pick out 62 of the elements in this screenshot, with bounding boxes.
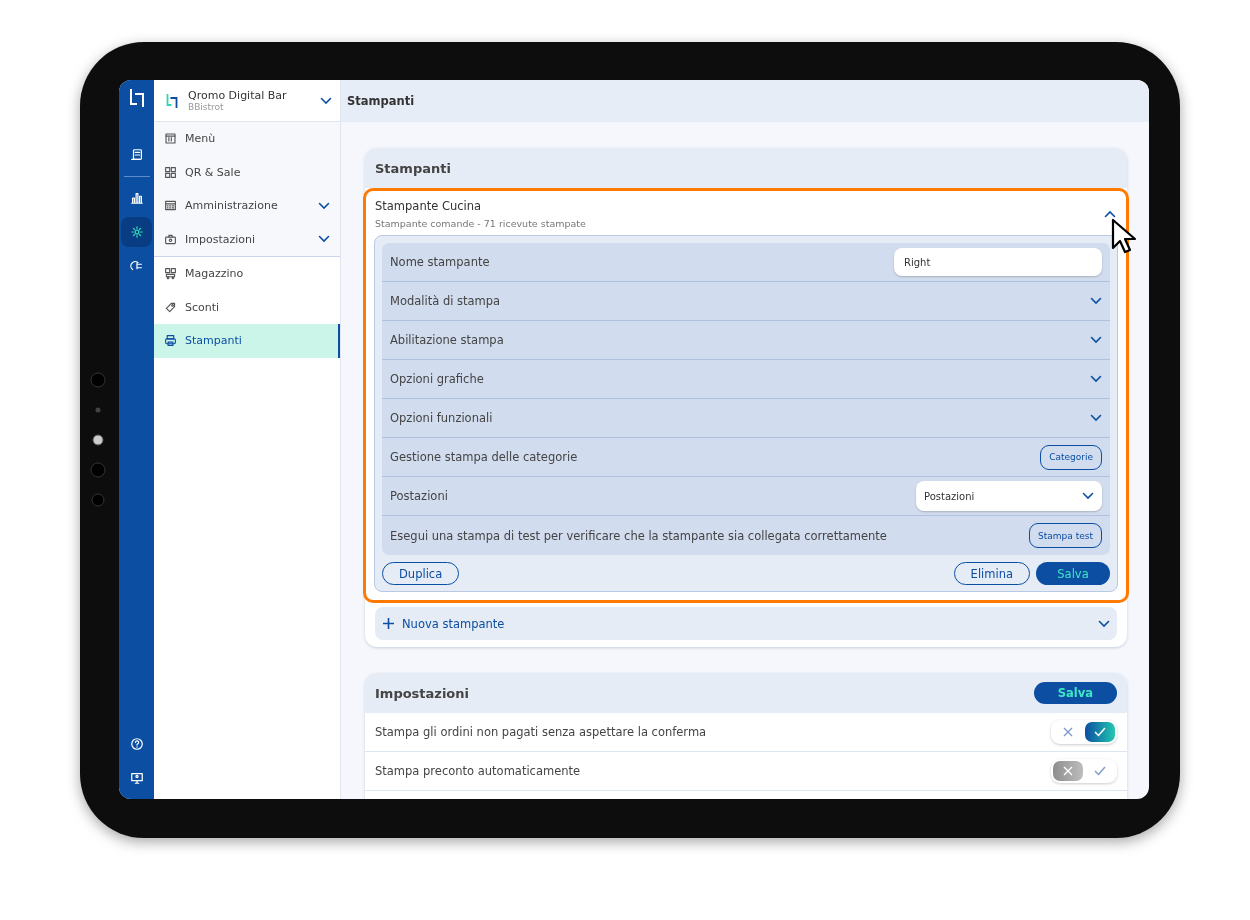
chevron-down-icon bbox=[1098, 619, 1110, 628]
venue-name: Qromo Digital Bar bbox=[188, 89, 288, 102]
toolbox-icon bbox=[164, 232, 177, 246]
collapsible-row[interactable]: Abilitazione stampa bbox=[382, 321, 1110, 360]
sidebar-item[interactable]: Magazzino bbox=[154, 257, 340, 291]
check-icon bbox=[1094, 766, 1106, 776]
expand-chevron-icon bbox=[1090, 414, 1102, 422]
sidebar-item[interactable]: Amministrazione bbox=[154, 189, 340, 223]
sidebar-item[interactable]: Impostazioni bbox=[154, 222, 340, 256]
chevron-down-icon bbox=[1082, 492, 1094, 500]
qr-code-icon bbox=[164, 165, 177, 179]
printer-name: Stampante Cucina bbox=[375, 199, 483, 213]
setting-label: Esegui una stampa di test per verificare che la stampante sia collegata correttamente bbox=[390, 528, 887, 543]
expand-chevron-icon bbox=[1090, 297, 1102, 305]
logo-icon bbox=[166, 92, 178, 109]
boxes-icon bbox=[164, 267, 177, 281]
expand-chevron-icon bbox=[1090, 375, 1102, 383]
printer-name-field[interactable]: Right bbox=[894, 248, 1102, 276]
setting-label: Postazioni bbox=[390, 489, 448, 503]
plug-icon bbox=[129, 259, 144, 273]
toggle-switch[interactable] bbox=[1051, 759, 1117, 783]
save-button[interactable]: Salva bbox=[1033, 682, 1117, 704]
help-icon bbox=[129, 737, 144, 751]
monitor-icon bbox=[129, 771, 144, 785]
menu-book-icon bbox=[164, 132, 177, 146]
collapsible-row[interactable]: Modalità di stampa bbox=[382, 282, 1110, 321]
collapsible-row[interactable]: Opzioni grafiche bbox=[382, 360, 1110, 399]
card-title: Impostazioni bbox=[375, 685, 469, 701]
settings-nav-button[interactable] bbox=[121, 217, 152, 247]
check-icon bbox=[1094, 727, 1106, 737]
printer-icon bbox=[164, 334, 177, 348]
expand-chevron-icon bbox=[1090, 336, 1102, 344]
setting-label: Nome stampante bbox=[390, 255, 490, 269]
logo-icon bbox=[128, 88, 145, 108]
row-action-button[interactable]: Categorie bbox=[1040, 444, 1102, 470]
sidebar-item[interactable]: Stampanti bbox=[154, 324, 340, 358]
toggle-switch[interactable] bbox=[1051, 720, 1117, 744]
sidebar-item[interactable]: Sconti bbox=[154, 290, 340, 324]
sidebar-item[interactable]: QR & Sale bbox=[154, 155, 340, 189]
chevron-down-icon bbox=[320, 96, 332, 105]
tag-icon bbox=[164, 300, 177, 314]
plus-icon bbox=[383, 618, 394, 629]
workstation-dropdown[interactable]: Postazioni bbox=[916, 481, 1102, 511]
calculator-icon bbox=[164, 199, 177, 213]
bar-chart-icon bbox=[129, 191, 144, 205]
cross-icon bbox=[1063, 766, 1073, 776]
save-button[interactable]: Salva bbox=[1036, 562, 1110, 585]
setting-label: Gestione stampa delle categorie bbox=[390, 450, 578, 464]
receipt-icon bbox=[129, 148, 144, 162]
cross-icon bbox=[1063, 727, 1073, 737]
venue-subtitle: BBistrot bbox=[188, 102, 225, 112]
settings-icon bbox=[129, 225, 144, 239]
collapsible-row[interactable]: Opzioni funzionali bbox=[382, 399, 1110, 438]
chevron-up-icon[interactable] bbox=[1104, 210, 1116, 218]
page-title: Stampanti bbox=[341, 80, 1149, 122]
option-label: Stampa preconto automaticamente bbox=[375, 764, 581, 778]
sidebar-item[interactable]: Menù bbox=[154, 122, 340, 156]
option-label: Stampa gli ordini non pagati senza aspettare la conferma bbox=[375, 725, 707, 739]
row-action-button[interactable]: Stampa test bbox=[1029, 523, 1102, 548]
card-title: Stampanti bbox=[375, 160, 451, 176]
printer-subtitle: Stampante comande - 71 ricevute stampate bbox=[375, 218, 587, 229]
new-printer-row[interactable]: Nuova stampante bbox=[375, 607, 1117, 640]
